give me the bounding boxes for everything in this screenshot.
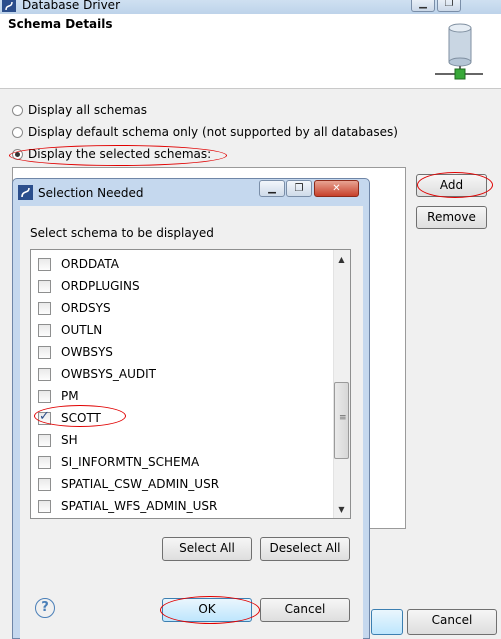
option-label: Display default schema only (not support… (28, 125, 398, 139)
dialog-title: Selection Needed (38, 186, 144, 200)
schema-name: ORDSYS (61, 301, 111, 315)
dialog-close-button[interactable]: ✕ (314, 180, 359, 197)
option-label: Display the selected schemas: (28, 147, 212, 161)
schema-name: SPATIAL_CSW_ADMIN_USR (61, 477, 220, 491)
schema-checkbox[interactable] (38, 409, 51, 425)
option-label: Display all schemas (28, 103, 148, 117)
option-all-schemas[interactable]: Display all schemas (12, 101, 147, 119)
dialog-cancel-button[interactable]: Cancel (260, 598, 350, 622)
schema-name: SCOTT (61, 411, 101, 425)
schema-checkbox[interactable] (38, 323, 51, 337)
add-button[interactable]: Add (416, 174, 487, 197)
radio-default-schema[interactable] (12, 126, 23, 138)
schema-name: OUTLN (61, 323, 103, 337)
schema-checkbox[interactable] (38, 389, 51, 403)
radio-all-schemas[interactable] (12, 104, 23, 116)
help-icon[interactable]: ? (35, 598, 55, 618)
list-item[interactable]: PM (38, 385, 79, 407)
schema-name: PM (61, 389, 79, 403)
outer-minimize-button[interactable]: ▁ (411, 0, 435, 12)
minimize-icon: ▁ (419, 0, 427, 9)
scroll-grip-icon: ≡ (339, 413, 347, 423)
schema-name: SI_INFORMTN_SCHEMA (61, 455, 200, 469)
option-default-schema[interactable]: Display default schema only (not support… (12, 123, 398, 141)
schema-checkbox[interactable] (38, 257, 51, 271)
outer-ok-button[interactable] (371, 609, 403, 635)
scroll-down-icon[interactable]: ▼ (333, 501, 350, 518)
minimize-icon: ▁ (268, 183, 276, 194)
schema-checkbox[interactable] (38, 367, 51, 381)
outer-window-title: Database Driver (22, 0, 120, 12)
list-item[interactable]: SCOTT (38, 407, 101, 429)
dialog-prompt: Select schema to be displayed (30, 226, 214, 240)
dialog-restore-button[interactable]: ❐ (286, 180, 312, 197)
schema-name: SPATIAL_WFS_ADMIN_USR (61, 499, 218, 513)
outer-cancel-button[interactable]: Cancel (407, 609, 497, 635)
select-all-button[interactable]: Select All (162, 537, 252, 561)
schema-name: ORDPLUGINS (61, 279, 140, 293)
schema-checkbox[interactable] (38, 301, 51, 315)
schema-checkbox[interactable] (38, 279, 51, 293)
dialog-app-icon (18, 185, 33, 200)
page-title: Schema Details (8, 17, 113, 31)
list-item[interactable]: OWBSYS_AUDIT (38, 363, 156, 385)
list-item[interactable]: OUTLN (38, 319, 102, 341)
list-item[interactable]: ORDSYS (38, 297, 111, 319)
list-item[interactable]: SPATIAL_CSW_ADMIN_USR (38, 473, 219, 495)
outer-restore-button[interactable]: ❐ (437, 0, 461, 12)
restore-icon: ❐ (294, 183, 304, 194)
remove-button[interactable]: Remove (416, 206, 487, 229)
ok-button[interactable]: OK (162, 598, 252, 622)
list-item[interactable]: ORDDATA (38, 253, 119, 275)
option-selected-schemas[interactable]: Display the selected schemas: (12, 145, 211, 163)
close-icon: ✕ (332, 183, 341, 194)
schema-checkbox[interactable] (38, 499, 51, 513)
schema-checkbox[interactable] (38, 477, 51, 491)
database-icon (435, 23, 483, 80)
list-item[interactable]: SI_INFORMTN_SCHEMA (38, 451, 199, 473)
list-item[interactable]: SH (38, 429, 78, 451)
schema-checkbox[interactable] (38, 433, 51, 447)
app-icon (2, 0, 16, 12)
schema-checkbox[interactable] (38, 455, 51, 469)
restore-icon: ❐ (444, 0, 454, 9)
schema-name: ORDDATA (61, 257, 119, 271)
list-item[interactable]: ORDPLUGINS (38, 275, 140, 297)
schema-name: OWBSYS (61, 345, 113, 359)
list-item[interactable]: SPATIAL_WFS_ADMIN_USR (38, 495, 217, 517)
dialog-minimize-button[interactable]: ▁ (259, 180, 285, 197)
deselect-all-button[interactable]: Deselect All (260, 537, 350, 561)
radio-selected-schemas[interactable] (12, 148, 23, 160)
list-item[interactable]: OWBSYS (38, 341, 113, 363)
scroll-up-icon[interactable]: ▲ (333, 251, 350, 268)
schema-checkbox[interactable] (38, 345, 51, 359)
schema-name: SH (61, 433, 78, 447)
schema-name: OWBSYS_AUDIT (61, 367, 156, 381)
